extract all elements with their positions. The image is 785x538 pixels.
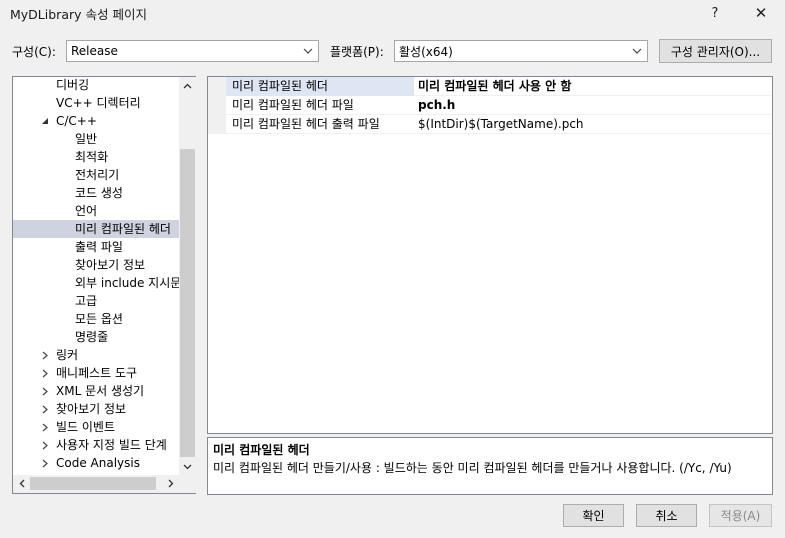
- property-value[interactable]: $(IntDir)$(TargetName).pch: [418, 115, 584, 134]
- collapsed-arrow-icon[interactable]: [40, 436, 50, 454]
- tree-item-label: 미리 컴파일된 헤더: [75, 222, 171, 236]
- expanded-arrow-icon[interactable]: [40, 112, 50, 130]
- description-text: 미리 컴파일된 헤더 만들기/사용 : 빌드하는 동안 미리 컴파일된 헤더를 …: [213, 461, 732, 475]
- close-button[interactable]: ✕: [738, 0, 784, 26]
- collapsed-arrow-icon[interactable]: [40, 400, 50, 418]
- chevron-down-icon: [303, 48, 313, 54]
- tree-item[interactable]: 언어: [13, 202, 179, 220]
- tree-item[interactable]: 최적화: [13, 148, 179, 166]
- property-name: 미리 컴파일된 헤더 출력 파일: [232, 117, 380, 131]
- tree-item[interactable]: 명령줄: [13, 328, 179, 346]
- config-manager-button[interactable]: 구성 관리자(O)...: [659, 39, 772, 63]
- tree-item-label: 모든 옵션: [75, 312, 123, 326]
- tree-item[interactable]: 전처리기: [13, 166, 179, 184]
- tree-item[interactable]: C/C++: [13, 112, 179, 130]
- scroll-thumb[interactable]: [180, 149, 195, 457]
- tree-item-label: C/C++: [56, 114, 97, 128]
- tree-item[interactable]: 외부 include 지시문: [13, 274, 179, 292]
- tree-item[interactable]: 미리 컴파일된 헤더: [13, 220, 179, 238]
- config-label: 구성(C):: [12, 45, 56, 59]
- row-gutter: [208, 77, 226, 96]
- tree-item[interactable]: Code Analysis: [13, 454, 179, 472]
- collapsed-arrow-icon[interactable]: [40, 382, 50, 400]
- chevron-down-icon: [632, 48, 642, 54]
- row-gutter: [208, 115, 226, 134]
- tree-item[interactable]: 출력 파일: [13, 238, 179, 256]
- tree-horizontal-scrollbar[interactable]: [13, 475, 179, 493]
- property-row[interactable]: 미리 컴파일된 헤더 출력 파일 $(IntDir)$(TargetName).p…: [208, 115, 772, 134]
- tree-item-label: 코드 생성: [75, 186, 123, 200]
- tree-item-label: 명령줄: [75, 330, 109, 344]
- tree-item[interactable]: 찾아보기 정보: [13, 400, 179, 418]
- tree-item-label: XML 문서 생성기: [56, 384, 145, 398]
- cancel-button[interactable]: 취소: [636, 504, 697, 527]
- property-rows: 미리 컴파일된 헤더 미리 컴파일된 헤더 사용 안 함 미리 컴파일된 헤더 파일…: [208, 77, 772, 137]
- tree-item-label: VC++ 디렉터리: [56, 96, 141, 110]
- property-value[interactable]: 미리 컴파일된 헤더 사용 안 함: [418, 77, 571, 96]
- tree-item-label: 외부 include 지시문: [75, 276, 179, 290]
- platform-value: 활성(x64): [399, 44, 453, 59]
- collapsed-arrow-icon[interactable]: [40, 364, 50, 382]
- config-dropdown[interactable]: Release: [66, 40, 319, 62]
- help-button[interactable]: ?: [692, 0, 738, 26]
- property-value[interactable]: pch.h: [418, 96, 455, 115]
- platform-dropdown[interactable]: 활성(x64): [394, 40, 648, 62]
- config-value: Release: [71, 44, 118, 58]
- property-row[interactable]: 미리 컴파일된 헤더 파일 pch.h: [208, 96, 772, 115]
- tree-item[interactable]: XML 문서 생성기: [13, 382, 179, 400]
- scroll-down-icon[interactable]: [179, 458, 196, 475]
- property-grid[interactable]: 미리 컴파일된 헤더 미리 컴파일된 헤더 사용 안 함 미리 컴파일된 헤더 파일…: [207, 76, 773, 434]
- tree-item[interactable]: 사용자 지정 빌드 단계: [13, 436, 179, 454]
- tree-item[interactable]: 링커: [13, 346, 179, 364]
- ok-button[interactable]: 확인: [563, 504, 624, 527]
- tree-item-label: 찾아보기 정보: [56, 402, 127, 416]
- tree-vertical-scrollbar[interactable]: [179, 77, 196, 475]
- tree-item[interactable]: 매니페스트 도구: [13, 364, 179, 382]
- scroll-right-icon[interactable]: [162, 475, 179, 492]
- tree-item[interactable]: 일반: [13, 130, 179, 148]
- tree-item[interactable]: 고급: [13, 292, 179, 310]
- scroll-up-icon[interactable]: [179, 77, 196, 94]
- tree-item-label: Code Analysis: [56, 456, 140, 470]
- tree-item-label: 최적화: [75, 150, 109, 164]
- tree-item-label: 출력 파일: [75, 240, 123, 254]
- tree-item-label: 빌드 이벤트: [56, 420, 116, 434]
- tree-item[interactable]: 코드 생성: [13, 184, 179, 202]
- description-panel: 미리 컴파일된 헤더 미리 컴파일된 헤더 만들기/사용 : 빌드하는 동안 미…: [207, 437, 773, 495]
- property-name: 미리 컴파일된 헤더 파일: [232, 98, 354, 112]
- tree-item[interactable]: 디버깅: [13, 77, 179, 94]
- category-tree[interactable]: 디버깅 VC++ 디렉터리 C/C++ 일반최적화전처리기코드 생성언어미리 컴파일된…: [12, 76, 196, 494]
- tree-item-label: 매니페스트 도구: [56, 366, 138, 380]
- description-title: 미리 컴파일된 헤더: [213, 443, 310, 457]
- tree-item[interactable]: 찾아보기 정보: [13, 256, 179, 274]
- collapsed-arrow-icon[interactable]: [40, 454, 50, 472]
- scroll-left-icon[interactable]: [13, 475, 30, 492]
- tree-item-label: 일반: [75, 132, 98, 146]
- tree-item-label: 사용자 지정 빌드 단계: [56, 438, 167, 452]
- row-gutter: [208, 96, 226, 115]
- collapsed-arrow-icon[interactable]: [40, 418, 50, 436]
- tree-item[interactable]: VC++ 디렉터리: [13, 94, 179, 112]
- collapsed-arrow-icon[interactable]: [40, 346, 50, 364]
- apply-button[interactable]: 적용(A): [709, 504, 772, 527]
- hscroll-thumb[interactable]: [30, 477, 156, 490]
- tree-item-label: 전처리기: [75, 168, 120, 182]
- property-name: 미리 컴파일된 헤더: [232, 79, 328, 93]
- scroll-corner: [179, 475, 196, 493]
- tree-item-label: 찾아보기 정보: [75, 258, 146, 272]
- property-row[interactable]: 미리 컴파일된 헤더 미리 컴파일된 헤더 사용 안 함: [208, 77, 772, 96]
- tree-item-label: 디버깅: [56, 78, 90, 92]
- platform-label: 플랫폼(P):: [330, 45, 384, 59]
- tree-item-label: 링커: [56, 348, 79, 362]
- tree-item[interactable]: 모든 옵션: [13, 310, 179, 328]
- tree-item[interactable]: 빌드 이벤트: [13, 418, 179, 436]
- tree-item-label: 고급: [75, 294, 98, 308]
- window-title: MyDLibrary 속성 페이지: [10, 7, 147, 22]
- tree-items: 디버깅 VC++ 디렉터리 C/C++ 일반최적화전처리기코드 생성언어미리 컴파일된…: [13, 77, 179, 475]
- tree-item-label: 언어: [75, 204, 98, 218]
